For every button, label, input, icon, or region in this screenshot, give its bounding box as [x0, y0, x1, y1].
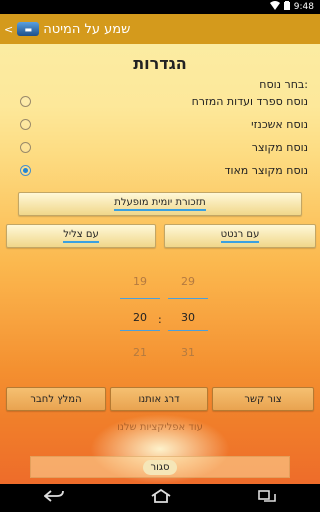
radio-label: נוסח אשכנזי: [251, 118, 308, 131]
minutes-picker[interactable]: 19: [120, 275, 160, 288]
status-bar: 9:48: [0, 0, 320, 14]
minutes-selected: 20: [133, 311, 147, 324]
nav-bar: [0, 484, 320, 512]
battery-icon: [283, 1, 290, 13]
minutes-above: 19: [133, 275, 147, 288]
page-title: הגדרות: [133, 54, 187, 73]
close-bar: סגור: [30, 456, 290, 478]
action-bar: < ▬ שמע על המיטה: [0, 14, 320, 44]
more-apps-link[interactable]: עוד אפליקציות שלנו: [30, 422, 290, 442]
radio-option-ashkenaz[interactable]: נוסח אשכנזי: [0, 115, 320, 137]
back-icon[interactable]: [43, 490, 64, 506]
daily-reminder-toggle[interactable]: תזכורת יומית מופעלת: [18, 192, 302, 216]
minutes-below-cell[interactable]: 21: [120, 346, 160, 359]
radio-option-sefard[interactable]: נוסח ספרד ועדות המזרח: [0, 92, 320, 114]
radio-option-short[interactable]: נוסח מקוצר: [0, 138, 320, 160]
hours-above: 29: [181, 275, 195, 288]
choose-version-label: בחר נוסח:: [259, 78, 308, 91]
radio-button-checked[interactable]: [20, 165, 31, 176]
rate-us-button[interactable]: דרג אותנו: [110, 387, 208, 411]
minutes-selected-cell[interactable]: 20: [120, 311, 160, 324]
radio-button[interactable]: [20, 142, 31, 153]
hours-selected-cell[interactable]: 30: [168, 311, 208, 324]
picker-divider: [168, 330, 208, 331]
radio-option-very-short[interactable]: נוסח מקוצר מאוד: [0, 161, 320, 183]
bed-app-icon[interactable]: ▬: [17, 22, 40, 36]
hours-selected: 30: [181, 311, 195, 324]
ring-label: עם צליל: [63, 229, 99, 243]
hours-below-cell[interactable]: 31: [168, 346, 208, 359]
minutes-below: 21: [133, 346, 147, 359]
radio-button[interactable]: [20, 119, 31, 130]
recommend-friend-button[interactable]: המלץ לחבר: [6, 387, 106, 411]
time-separator: :: [158, 313, 162, 326]
hours-below: 31: [181, 346, 195, 359]
recent-apps-icon[interactable]: [258, 490, 277, 506]
close-button[interactable]: סגור: [142, 459, 178, 475]
picker-divider: [168, 298, 208, 299]
radio-label: נוסח ספרד ועדות המזרח: [191, 95, 308, 108]
with-ringtone-toggle[interactable]: עם רנטט: [164, 224, 316, 248]
ringtone-label: עם רנטט: [220, 229, 260, 243]
reminder-label: תזכורת יומית מופעלת: [114, 197, 206, 211]
hours-picker[interactable]: 29: [168, 275, 208, 288]
contact-button[interactable]: צור קשר: [212, 387, 314, 411]
radio-label: נוסח מקוצר: [251, 141, 308, 154]
contact-label: צור קשר: [244, 393, 282, 405]
with-ring-toggle[interactable]: עם צליל: [6, 224, 156, 248]
home-icon[interactable]: [151, 488, 171, 507]
wifi-icon: [269, 1, 280, 13]
radio-label: נוסח מקוצר מאוד: [224, 164, 308, 177]
picker-divider: [120, 330, 160, 331]
back-arrow-icon[interactable]: <: [4, 23, 13, 36]
status-time: 9:48: [293, 2, 314, 12]
rate-label: דרג אותנו: [138, 393, 180, 405]
radio-button[interactable]: [20, 96, 31, 107]
header-title: שמע על המיטה: [43, 21, 131, 37]
picker-divider: [120, 298, 160, 299]
recommend-label: המלץ לחבר: [30, 393, 82, 405]
